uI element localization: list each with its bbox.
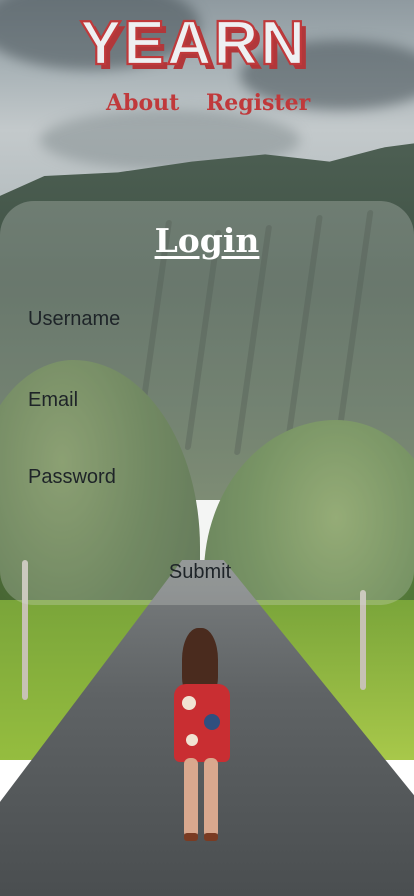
shoe [204,833,218,841]
palm-trunk [360,590,366,690]
nav-register-link[interactable]: Register [206,90,310,116]
leg [204,758,218,838]
login-form: Login Username Email Password Submit [0,201,414,605]
svg-text:YEARN: YEARN [80,12,307,72]
dress [174,684,230,762]
username-label[interactable]: Username [28,308,120,331]
submit-button[interactable]: Submit [150,557,250,587]
yearn-logo[interactable]: YEARN YEARN [78,12,336,72]
person-on-road [168,628,238,843]
login-title: Login [154,221,260,260]
password-label[interactable]: Password [28,466,116,489]
shoe [184,833,198,841]
email-label[interactable]: Email [28,389,78,412]
nav-about-link[interactable]: About [106,90,179,116]
leg [184,758,198,838]
main-nav: About Register [0,90,414,122]
